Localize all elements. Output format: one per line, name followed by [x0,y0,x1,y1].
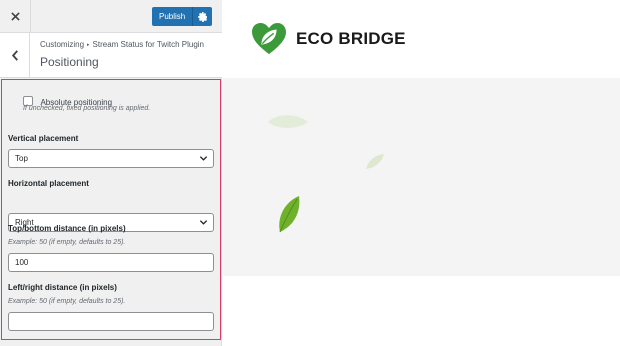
back-button[interactable] [0,33,30,77]
close-button[interactable] [0,0,31,33]
breadcrumb-separator: ▸ [87,42,90,48]
chevron-down-icon [199,220,208,225]
positioning-controls: Absolute positioning If unchecked, fixed… [1,79,221,340]
brand-name: ECO BRIDGE [296,29,406,48]
publish-settings-button[interactable] [192,7,213,26]
vertical-placement-label: Vertical placement [8,134,79,143]
hero-section [223,78,620,276]
chevron-down-icon [199,156,208,161]
absolute-positioning-hint: If unchecked, fixed positioning is appli… [23,105,151,112]
top-bottom-distance-input[interactable]: 100 [8,253,214,272]
horizontal-placement-label: Horizontal placement [8,179,89,188]
publish-button-group: Publish [152,7,213,26]
left-right-distance-input[interactable] [8,312,214,331]
falling-leaf-icon [366,154,384,169]
customizer-sidebar: Publish Customizing ▸ Stream Status for Tw… [0,0,222,346]
section-header: Customizing ▸ Stream Status for Twitch Plu… [0,33,222,78]
breadcrumb-root: Customizing [40,40,85,49]
falling-leaf-icon [279,196,300,233]
top-bottom-distance-hint: Example: 50 (if empty, defaults to 25). [8,239,126,246]
gear-icon [197,11,207,22]
left-right-distance-label: Left/right distance (in pixels) [8,283,117,292]
left-right-distance-hint: Example: 50 (if empty, defaults to 25). [8,298,126,305]
breadcrumb: Customizing ▸ Stream Status for Twitch Plu… [40,40,204,49]
vertical-placement-value: Top [15,154,28,163]
chevron-left-icon [11,49,18,61]
section-title: Positioning [40,55,99,69]
vertical-placement-select[interactable]: Top [8,149,214,168]
top-bottom-distance-label: Top/bottom distance (in pixels) [8,224,126,233]
site-preview: ECO BRIDGE [223,0,620,346]
breadcrumb-item: Stream Status for Twitch Plugin [92,40,204,49]
site-header: ECO BRIDGE [223,0,620,78]
customizer-topbar: Publish [0,0,222,33]
publish-button[interactable]: Publish [152,7,193,26]
falling-leaf-icon [268,115,308,128]
close-icon [10,12,20,21]
leaf-heart-logo[interactable] [250,22,288,56]
